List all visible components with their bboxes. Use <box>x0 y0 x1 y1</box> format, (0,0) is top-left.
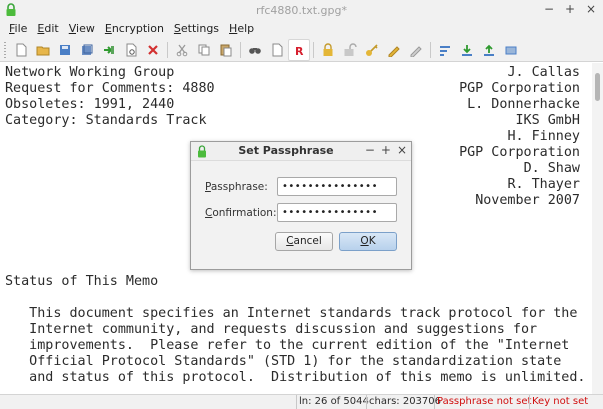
toolbar-separator <box>167 41 168 58</box>
header-right-line: November 2007 <box>475 193 580 208</box>
header-left-line: Category: Standards Track <box>5 113 207 128</box>
status-line-count: ln: 26 of 5044 <box>296 395 369 409</box>
close-icon[interactable] <box>142 39 164 61</box>
header-right-line: PGP Corporation <box>459 145 580 160</box>
status-passphrase: Passphrase not set <box>434 395 531 409</box>
toolbar-grip[interactable] <box>4 41 6 58</box>
header-right-line: H. Finney <box>507 129 580 144</box>
menu-help[interactable]: Help <box>224 20 259 38</box>
menu-edit[interactable]: Edit <box>32 20 63 38</box>
key-icon[interactable] <box>361 39 383 61</box>
key-edit-icon[interactable] <box>383 39 405 61</box>
toolbar-separator <box>430 41 431 58</box>
toolbar-separator <box>313 41 314 58</box>
open-folder-icon[interactable] <box>32 39 54 61</box>
menu-encryption[interactable]: Encryption <box>100 20 169 38</box>
import-icon[interactable] <box>456 39 478 61</box>
confirmation-input[interactable]: ••••••••••••••• <box>277 203 397 222</box>
close-window-icon[interactable]: × <box>585 2 597 16</box>
header-left-line: Obsoletes: 1991, 2440 <box>5 97 175 112</box>
passphrase-input[interactable]: ••••••••••••••• <box>277 177 397 196</box>
body-line: This document specifies an Internet stan… <box>5 306 578 321</box>
save-icon[interactable] <box>54 39 76 61</box>
lock-icon[interactable] <box>317 39 339 61</box>
body-line: and status of this protocol. Distributio… <box>5 370 586 385</box>
cancel-button[interactable]: Cancel <box>275 232 333 251</box>
header-left-line: Network Working Group <box>5 65 175 80</box>
menu-file[interactable]: File <box>4 20 32 38</box>
header-right-line: D. Shaw <box>523 161 580 176</box>
menu-view[interactable]: View <box>64 20 100 38</box>
dialog-close-icon[interactable]: × <box>397 143 407 157</box>
print-preview-icon[interactable] <box>120 39 142 61</box>
unlock-icon[interactable] <box>339 39 361 61</box>
reload-icon[interactable] <box>98 39 120 61</box>
window-titlebar: rfc4880.txt.gpg* − + × <box>0 0 603 20</box>
confirmation-label: Confirmation: <box>205 207 277 219</box>
menu-settings[interactable]: Settings <box>169 20 224 38</box>
dialog-titlebar[interactable]: Set Passphrase − + × <box>191 142 411 161</box>
window-title: rfc4880.txt.gpg* <box>255 3 347 17</box>
header-right-line: L. Donnerhacke <box>467 97 580 112</box>
body-line: Official Protocol Standards" (STD 1) for… <box>5 354 562 369</box>
body-line: Internet community, and requests discuss… <box>5 322 538 337</box>
header-right-line: PGP Corporation <box>459 81 580 96</box>
cut-icon[interactable] <box>171 39 193 61</box>
copy-icon[interactable] <box>193 39 215 61</box>
sort-icon[interactable] <box>434 39 456 61</box>
header-right-line: J. Callas <box>507 65 580 80</box>
minimize-icon[interactable]: − <box>543 2 555 16</box>
paste-icon[interactable] <box>215 39 237 61</box>
status-bar: ln: 26 of 5044 chars: 203706 Passphrase … <box>0 394 603 409</box>
export-icon[interactable] <box>478 39 500 61</box>
header-left-line: Request for Comments: 4880 <box>5 81 215 96</box>
clear-icon[interactable] <box>266 39 288 61</box>
dialog-maximize-icon[interactable]: + <box>381 143 391 157</box>
status-char-count: chars: 203706 <box>366 395 441 409</box>
dialog-minimize-icon[interactable]: − <box>365 143 375 157</box>
ok-button[interactable]: OK <box>339 232 397 251</box>
key-remove-icon[interactable] <box>405 39 427 61</box>
vertical-scrollbar[interactable] <box>592 63 603 394</box>
maximize-icon[interactable]: + <box>564 2 576 16</box>
app-lock-icon <box>6 3 16 16</box>
set-passphrase-dialog: Set Passphrase − + × Passphrase: •••••••… <box>190 141 412 270</box>
settings-icon[interactable] <box>500 39 522 61</box>
body-line: improvements. Please refer to the curren… <box>5 338 570 353</box>
save-as-icon[interactable] <box>76 39 98 61</box>
menubar: File Edit View Encryption Settings Help <box>0 20 603 38</box>
status-key: Key not set <box>529 395 603 409</box>
scrollbar-thumb[interactable] <box>595 73 600 101</box>
svg-text:R: R <box>295 45 304 57</box>
toolbar: R <box>0 38 603 62</box>
new-file-icon[interactable] <box>10 39 32 61</box>
dialog-title: Set Passphrase <box>238 144 334 157</box>
passphrase-label: Passphrase: <box>205 181 268 193</box>
toolbar-separator <box>240 41 241 58</box>
header-right-line: R. Thayer <box>507 177 580 192</box>
section-title: Status of This Memo <box>5 274 159 289</box>
find-icon[interactable] <box>244 39 266 61</box>
read-only-icon[interactable]: R <box>288 38 310 61</box>
header-right-line: IKS GmbH <box>515 113 581 128</box>
